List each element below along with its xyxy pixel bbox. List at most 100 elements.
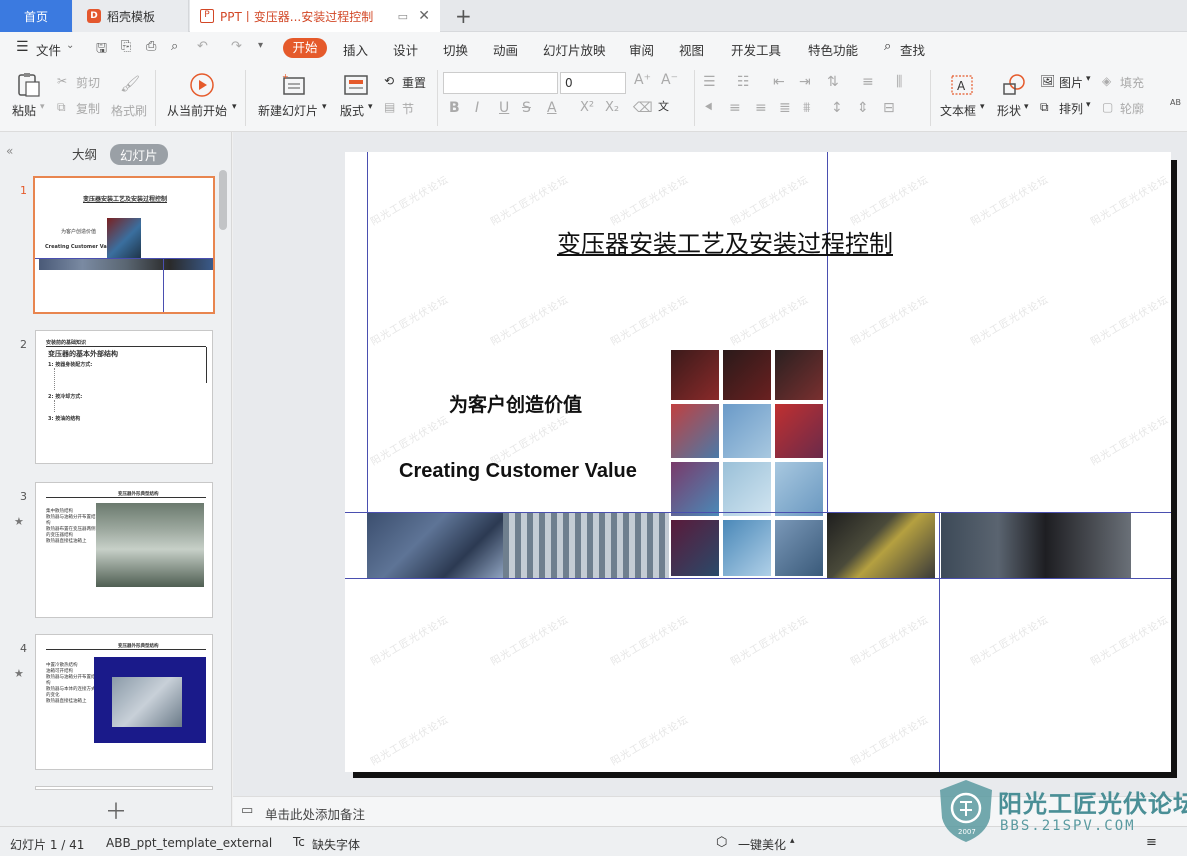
align-right-icon[interactable]: ≡ (755, 100, 767, 116)
align-text-icon[interactable]: ≡ (862, 74, 874, 90)
window-icon[interactable]: ▭ (398, 10, 408, 23)
search-icon[interactable]: ⌕ (884, 39, 891, 54)
quick-access-dropdown-icon[interactable]: ▾ (258, 40, 263, 51)
picture-button[interactable]: 图片 (1059, 74, 1083, 91)
slide-canvas[interactable]: 阳光工匠光伏论坛 阳光工匠光伏论坛 阳光工匠光伏论坛 阳光工匠光伏论坛 阳光工匠… (345, 152, 1171, 772)
business-people-photo[interactable] (941, 512, 1131, 578)
menu-search[interactable]: 查找 (900, 40, 925, 59)
strikethrough-icon[interactable]: S (522, 100, 531, 116)
bold-icon[interactable]: B (449, 100, 460, 116)
menu-insert[interactable]: 插入 (343, 40, 368, 59)
hamburger-icon[interactable]: ☰ (16, 39, 29, 55)
redo-icon[interactable]: ↷ (231, 39, 242, 54)
slide-thumbnail-4[interactable]: 变压器外形典型结构 中置冷散热结构 油箱可开结构 散热器与油箱分开布置结构 散热… (35, 634, 213, 770)
panel-scrollbar[interactable] (219, 170, 227, 230)
decrease-font-icon[interactable]: A⁻ (661, 72, 678, 88)
new-slide-button[interactable]: 新建幻灯片 (258, 102, 318, 119)
paragraph-spacing-icon[interactable]: ⇕ (857, 100, 869, 116)
cut-button[interactable]: 剪切 (76, 74, 100, 91)
font-color-icon[interactable]: A (547, 100, 557, 116)
notes-placeholder[interactable]: 单击此处添加备注 (265, 804, 365, 823)
slide-thumbnail-1[interactable]: 变压器安装工艺及安装过程控制 为客户创造价值 Creating Customer… (33, 176, 215, 314)
new-tab-button[interactable]: + (455, 4, 472, 28)
bullet-list-icon[interactable]: ☰ (703, 74, 716, 90)
menu-design[interactable]: 设计 (393, 40, 418, 59)
shape-button[interactable]: 形状 (997, 102, 1021, 119)
menu-animation[interactable]: 动画 (493, 40, 518, 59)
increase-font-icon[interactable]: A⁺ (634, 72, 651, 88)
chevron-down-icon[interactable]: ⌄ (66, 40, 74, 51)
subscript-icon[interactable]: X₂ (605, 100, 619, 115)
text-box-dropdown-icon[interactable]: ▾ (980, 102, 985, 112)
paste-icon[interactable] (14, 72, 42, 98)
beautify-button[interactable]: 一键美化 (738, 836, 786, 853)
layout-icon[interactable] (342, 72, 370, 98)
more-options-icon[interactable]: AB (1170, 98, 1181, 107)
outline-button[interactable]: 轮廓 (1120, 100, 1144, 117)
slide-subtitle-en[interactable]: Creating Customer Value (399, 460, 637, 483)
arrange-dropdown-icon[interactable]: ▾ (1086, 100, 1091, 110)
slide-thumbnail-5-partial[interactable] (35, 786, 213, 790)
picture-dropdown-icon[interactable]: ▾ (1086, 74, 1091, 84)
print-icon[interactable]: ⎙ (146, 39, 156, 54)
animation-star-icon[interactable]: ★ (14, 667, 24, 680)
close-tab-icon[interactable]: ✕ (418, 8, 430, 24)
copy-button[interactable]: 复制 (76, 100, 100, 117)
new-slide-icon[interactable]: + (280, 72, 308, 98)
animation-star-icon[interactable]: ★ (14, 515, 24, 528)
text-direction-icon[interactable]: ⇅ (827, 74, 839, 90)
slide-subtitle-cn[interactable]: 为客户创造价值 (449, 390, 582, 417)
shape-icon[interactable] (1000, 72, 1028, 98)
layout-button[interactable]: 版式 (340, 102, 364, 119)
line-spacing-icon[interactable]: ↕ (831, 100, 843, 116)
menu-start[interactable]: 开始 (283, 38, 327, 58)
section-button[interactable]: 节 (402, 100, 414, 117)
increase-indent-icon[interactable]: ⇥ (799, 74, 811, 90)
fill-button[interactable]: 填充 (1120, 74, 1144, 91)
play-dropdown-icon[interactable]: ▾ (232, 102, 237, 112)
new-slide-dropdown-icon[interactable]: ▾ (322, 102, 327, 112)
play-from-current-icon[interactable] (188, 72, 216, 98)
control-room-photo[interactable] (367, 512, 503, 578)
arrange-button[interactable]: 排列 (1059, 100, 1083, 117)
paste-button[interactable]: 粘贴 (12, 102, 36, 119)
menu-transition[interactable]: 切换 (443, 40, 468, 59)
beautify-dropdown-icon[interactable]: ▴ (790, 836, 795, 846)
paste-dropdown-icon[interactable]: ▾ (40, 102, 45, 112)
columns-icon[interactable]: ⫼ (896, 74, 902, 90)
machinery-photo[interactable] (827, 512, 935, 578)
justify-icon[interactable]: ≣ (779, 100, 791, 116)
phonetic-icon[interactable]: 文 (658, 98, 669, 114)
text-box-icon[interactable]: A (948, 72, 976, 98)
menu-slideshow[interactable]: 幻灯片放映 (543, 40, 606, 59)
tab-home[interactable]: 首页 (0, 0, 72, 32)
tab-outline[interactable]: 大纲 (72, 144, 97, 163)
vertical-align-icon[interactable]: ⊟ (883, 100, 895, 116)
transformer-collage[interactable] (669, 348, 825, 580)
menu-special[interactable]: 特色功能 (808, 40, 858, 59)
menu-developer[interactable]: 开发工具 (731, 40, 781, 59)
font-size-input[interactable]: 0 (560, 72, 626, 94)
distributed-icon[interactable]: ⩩ (803, 100, 810, 116)
shape-dropdown-icon[interactable]: ▾ (1024, 102, 1029, 112)
menu-file[interactable]: 文件 (36, 40, 61, 59)
reset-button[interactable]: 重置 (402, 74, 426, 91)
underline-icon[interactable]: U (499, 100, 509, 116)
superscript-icon[interactable]: X² (580, 100, 594, 115)
clear-format-icon[interactable]: ⌫ (633, 100, 653, 116)
font-name-input[interactable] (443, 72, 558, 94)
format-painter-button[interactable]: 格式刷 (111, 102, 147, 119)
substation-photo[interactable] (503, 512, 669, 578)
slide-title[interactable]: 变压器安装工艺及安装过程控制 (557, 224, 893, 259)
decrease-indent-icon[interactable]: ⇤ (773, 74, 785, 90)
print-preview-icon[interactable]: ⌕ (171, 39, 178, 54)
tab-docer-templates[interactable]: D 稻壳模板 (73, 0, 189, 32)
play-from-current-button[interactable]: 从当前开始 (167, 102, 227, 119)
slide-thumbnail-3[interactable]: 变压器外形典型结构 集中散热结构 散热器与油箱分开布置结构 散热器布置在变压器两… (35, 482, 213, 618)
tab-active-document[interactable]: P PPT丨变压器...安装过程控制 ▭ ✕ (190, 0, 440, 32)
template-name[interactable]: ABB_ppt_template_external (106, 836, 272, 850)
align-center-icon[interactable]: ≡ (729, 100, 741, 116)
add-slide-icon[interactable]: ＋ (105, 794, 127, 826)
layout-dropdown-icon[interactable]: ▾ (368, 102, 373, 112)
slide-thumbnail-2[interactable]: 安装前的基础知识 变压器的基本外部结构 1: 按器身装配方式: 2: 按冷却方式… (35, 330, 213, 464)
